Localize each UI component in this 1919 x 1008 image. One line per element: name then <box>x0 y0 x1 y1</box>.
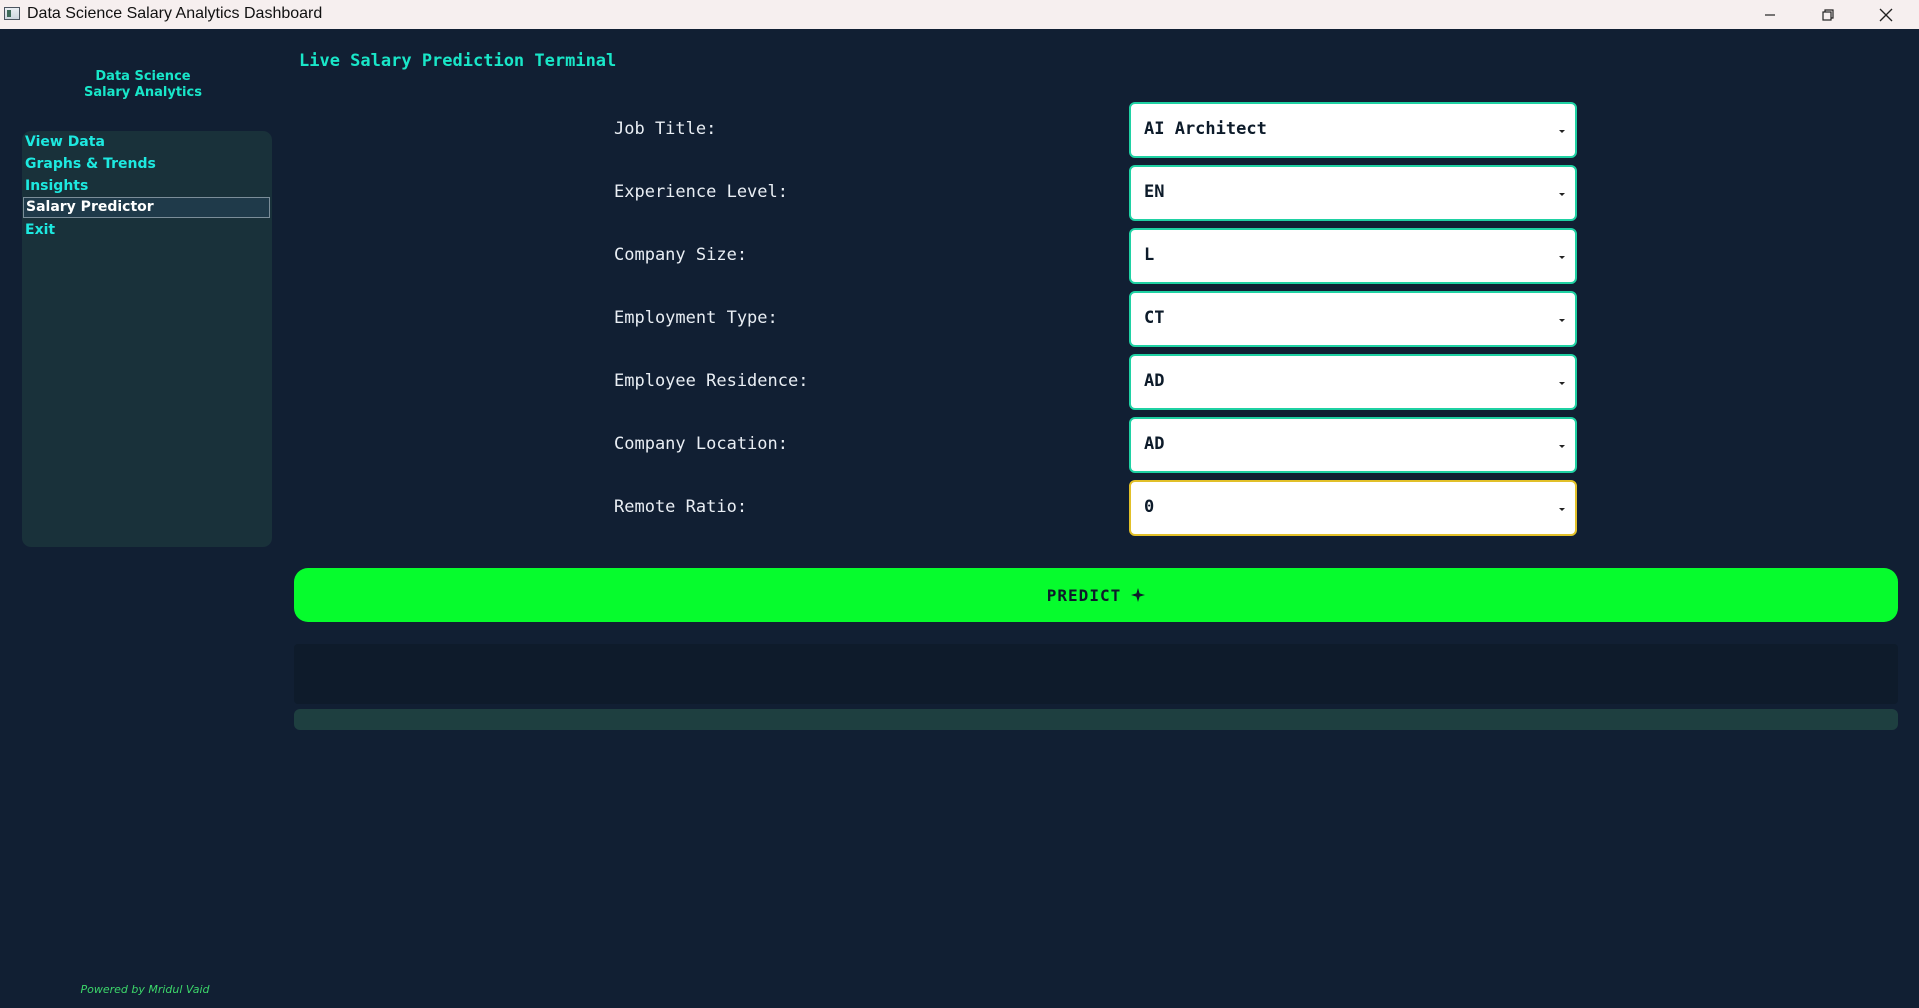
page-title: Live Salary Prediction Terminal <box>299 51 617 71</box>
sidebar-item-graphs-trends[interactable]: Graphs & Trends <box>23 154 270 175</box>
restore-button[interactable] <box>1799 0 1857 29</box>
company-location-value: AD <box>1144 434 1165 454</box>
brand-line-1: Data Science <box>95 69 191 84</box>
close-icon <box>1879 8 1893 21</box>
job-title-value: AI Architect <box>1144 119 1267 139</box>
employee-residence-value: AD <box>1144 371 1165 391</box>
minimize-button[interactable] <box>1741 0 1799 29</box>
minimize-icon <box>1765 13 1775 16</box>
chevron-down-icon <box>1559 508 1565 511</box>
chevron-down-icon <box>1559 319 1565 322</box>
experience-level-value: EN <box>1144 182 1165 202</box>
chevron-down-icon <box>1559 130 1565 133</box>
remote-ratio-label: Remote Ratio: <box>614 497 748 517</box>
chevron-down-icon <box>1559 256 1565 259</box>
brand-line-2: Salary Analytics <box>84 85 202 100</box>
company-location-label: Company Location: <box>614 434 788 454</box>
experience-level-label: Experience Level: <box>614 182 788 202</box>
employee-residence-label: Employee Residence: <box>614 371 809 391</box>
sidebar-brand: Data Science Salary Analytics <box>22 69 264 101</box>
sidebar-item-insights[interactable]: Insights <box>23 176 270 197</box>
restore-icon <box>1822 8 1834 21</box>
chevron-down-icon <box>1559 193 1565 196</box>
window-title: Data Science Salary Analytics Dashboard <box>27 5 323 22</box>
predict-button-label: PREDICT <box>1046 585 1122 605</box>
employee-residence-select[interactable]: AD <box>1129 354 1577 410</box>
employment-type-select[interactable]: CT <box>1129 291 1577 347</box>
sidebar-item-salary-predictor[interactable]: Salary Predictor <box>23 197 270 218</box>
sidebar-item-view-data[interactable]: View Data <box>23 132 270 153</box>
job-title-select[interactable]: AI Architect <box>1129 102 1577 158</box>
employment-type-label: Employment Type: <box>614 308 778 328</box>
job-title-label: Job Title: <box>614 119 717 139</box>
window-titlebar: Data Science Salary Analytics Dashboard <box>0 0 1919 29</box>
company-location-select[interactable]: AD <box>1129 417 1577 473</box>
prediction-result-box <box>294 644 1898 704</box>
predict-button[interactable]: PREDICT <box>294 568 1898 622</box>
sparkle-icon <box>1131 588 1146 602</box>
app-window-icon <box>4 7 20 20</box>
chevron-down-icon <box>1559 382 1565 385</box>
company-size-label: Company Size: <box>614 245 748 265</box>
close-button[interactable] <box>1857 0 1915 29</box>
chevron-down-icon <box>1559 445 1565 448</box>
company-size-select[interactable]: L <box>1129 228 1577 284</box>
employment-type-value: CT <box>1144 308 1165 328</box>
powered-by-footer: Powered by Mridul Vaid <box>80 983 210 996</box>
remote-ratio-value: 0 <box>1144 497 1155 517</box>
sidebar-item-exit[interactable]: Exit <box>23 220 270 241</box>
remote-ratio-select[interactable]: 0 <box>1129 480 1577 536</box>
company-size-value: L <box>1144 245 1155 265</box>
experience-level-select[interactable]: EN <box>1129 165 1577 221</box>
prediction-progress-bar <box>294 709 1898 730</box>
